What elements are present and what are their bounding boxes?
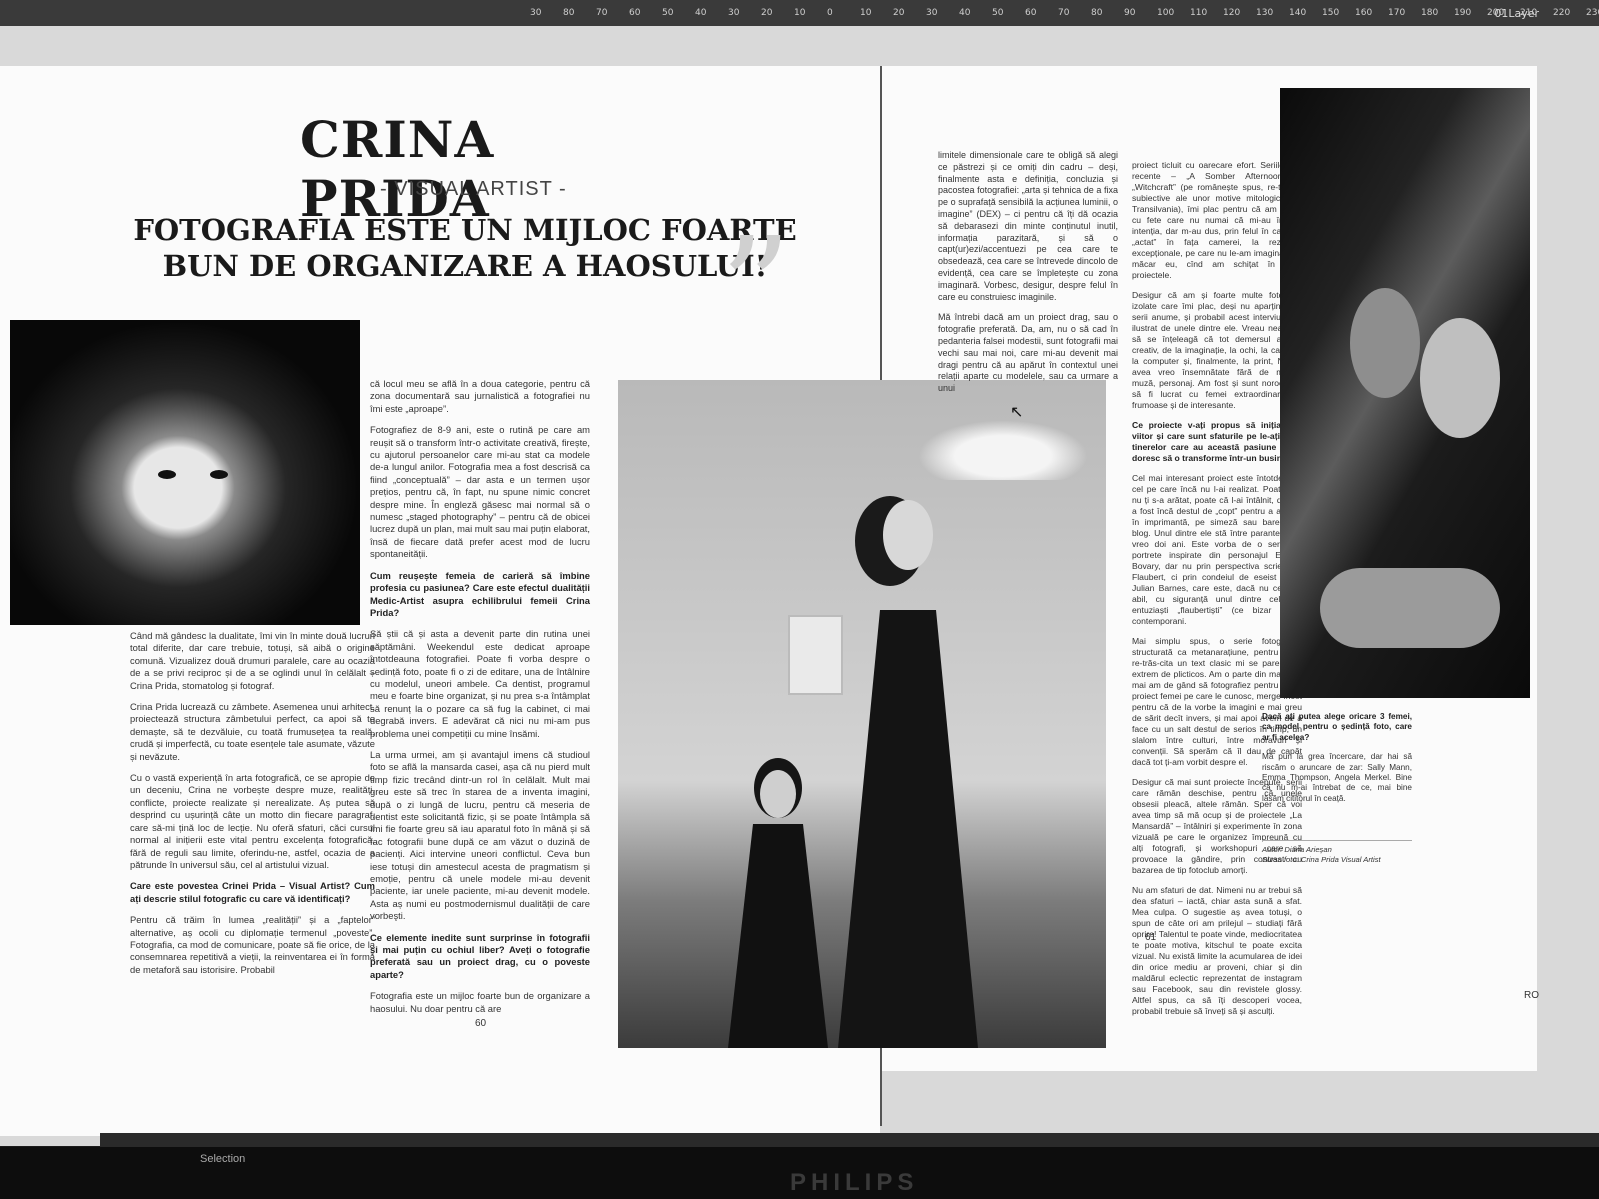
paragraph: Pentru că trăim în lumea „realității” și…	[130, 914, 375, 975]
status-bar: Selection PHILIPS	[0, 1147, 1599, 1199]
tool-mode-label: Selection	[200, 1153, 246, 1165]
foreground-figure	[838, 500, 978, 1048]
interview-question: Care este povestea Crinei Prida – Visual…	[130, 880, 375, 904]
paragraph: proiect ticluit cu oarecare efort. Serii…	[1132, 160, 1302, 280]
ruler-tick-label: 40	[695, 8, 707, 18]
interview-question: Ce proiecte v-ați propus să inițiați pe …	[1132, 420, 1302, 463]
ruler-tick-label: 100	[1157, 8, 1175, 18]
paragraph: La urma urmei, am și avantajul imens că …	[370, 748, 590, 922]
ruler-tick-label: 90	[1124, 8, 1136, 18]
ruler-tick-label: 60	[629, 8, 641, 18]
paragraph: limitele dimensionale care te obligă să …	[938, 150, 1118, 302]
page-number-left: 60	[475, 1018, 487, 1029]
ruler-tick-label: 50	[992, 8, 1004, 18]
background-figure	[728, 770, 828, 1048]
text-column-4[interactable]: proiect ticluit cu oarecare efort. Serii…	[1132, 160, 1302, 1026]
interview-question: Cum reușește femeia de carieră să îmbine…	[370, 569, 590, 618]
paragraph: Să știi că și asta a devenit parte din r…	[370, 628, 590, 739]
ruler-tick-label: 160	[1355, 8, 1373, 18]
mouse-cursor-icon: ↖	[1010, 404, 1024, 421]
paragraph: Mă întrebi dacă am un proiect drag, sau …	[938, 312, 1118, 394]
ruler-tick-label: 130	[1256, 8, 1274, 18]
ruler-tick-label: 210	[1520, 8, 1538, 18]
ruler-tick-label: 30	[530, 8, 542, 18]
text-column-3[interactable]: limitele dimensionale care te obligă să …	[938, 150, 1118, 404]
sky-cloud	[918, 420, 1088, 480]
portrait-photo[interactable]	[10, 320, 360, 625]
article-quote-title: FOTOGRAFIA ESTE UN MIJLOC FOARTE BUN DE …	[133, 213, 797, 283]
ruler-tick-label: 80	[563, 8, 575, 18]
ruler-tick-label: 180	[1421, 8, 1439, 18]
text-column-1[interactable]: Când mă gândesc la dualitate, îmi vin în…	[130, 630, 375, 985]
interview-question: Dacă ați putea alege oricare 3 femei, ca…	[1262, 712, 1412, 742]
ruler-tick-label: 150	[1322, 8, 1340, 18]
figure-hands	[1320, 568, 1500, 648]
ruler-tick-label: 60	[1025, 8, 1037, 18]
paragraph: Mă pun la grea încercare, dar hai să ris…	[1262, 752, 1412, 803]
ruler-tick-label: 120	[1223, 8, 1241, 18]
ruler-tick-label: 80	[1091, 8, 1103, 18]
paragraph: Crina Prida lucrează cu zâmbete. Asemene…	[130, 701, 375, 762]
ruler-tick-label: 40	[959, 8, 971, 18]
text-column-5[interactable]: Dacă ați putea alege oricare 3 femei, ca…	[1262, 712, 1412, 813]
ruler-tick-label: 220	[1553, 8, 1571, 18]
interview-question: Ce elemente inedite sunt surprinse în fo…	[370, 931, 590, 980]
ruler-tick-label: 30	[926, 8, 938, 18]
paragraph: Cu o vastă experiență în arta fotografic…	[130, 772, 375, 870]
ruler-tick-label: 10	[794, 8, 806, 18]
ruler-tick-label: 70	[1058, 8, 1070, 18]
paragraph: Cel mai interesant proiect este întotdea…	[1132, 473, 1302, 626]
ruler-tick-label: 200	[1487, 8, 1505, 18]
figure-face	[1350, 288, 1420, 398]
figure-head	[883, 500, 933, 570]
paragraph: Nu am sfaturi de dat. Nimeni nu ar trebu…	[1132, 885, 1302, 1016]
horizontal-ruler[interactable]: 01Layer 30 80 70 60 50 40 30 20 10 0 10 20 30 40 50 60 7…	[0, 0, 1599, 26]
main-photo[interactable]	[618, 380, 1106, 1048]
page-number-right: 61	[1145, 932, 1157, 943]
ruler-tick-label: 20	[761, 8, 773, 18]
article-role-subtitle: - VISUAL ARTIST -	[380, 178, 567, 200]
figure-head	[760, 770, 796, 818]
ruler-tick-label: 110	[1190, 8, 1208, 18]
paragraph: că locul meu se află în a doua categorie…	[370, 378, 590, 414]
ruler-tick-label: 10	[860, 8, 872, 18]
ruler-tick-label: 70	[596, 8, 608, 18]
ruler-tick-label: 50	[662, 8, 674, 18]
credit-photo-source: Sursa foto: Crina Prida Visual Artist	[1262, 855, 1381, 864]
quote-mark-decoration: ”	[720, 208, 792, 371]
held-photo-frame	[788, 615, 843, 695]
ruler-tick-label: 0	[827, 8, 833, 18]
ruler-tick-label: 230	[1586, 8, 1599, 18]
ruler-tick-label: 20	[893, 8, 905, 18]
figure-robe	[728, 824, 828, 1048]
paragraph: Când mă gândesc la dualitate, îmi vin în…	[130, 630, 375, 691]
ruler-tick-label: 190	[1454, 8, 1472, 18]
ruler-tick-label: 30	[728, 8, 740, 18]
monitor-brand-logo: PHILIPS	[790, 1169, 919, 1196]
figure-face	[1420, 318, 1500, 438]
article-name-heading: CRINA PRIDA	[300, 110, 495, 228]
horizontal-scrollbar[interactable]	[100, 1133, 1599, 1147]
paragraph: Fotografia este un mijloc foarte bun de …	[370, 990, 590, 1014]
paragraph: Desigur că am și foarte multe fotografii…	[1132, 290, 1302, 410]
figure-dress	[838, 610, 978, 1048]
ruler-tick-label: 140	[1289, 8, 1307, 18]
system-tray-language[interactable]: RO	[1524, 990, 1539, 1001]
credit-author: Autor: Diana Arieșan	[1262, 845, 1332, 854]
paragraph: Fotografiez de 8-9 ani, este o rutină pe…	[370, 424, 590, 560]
ruler-tick-label: 170	[1388, 8, 1406, 18]
text-column-2[interactable]: că locul meu se află în a doua categorie…	[370, 378, 590, 1024]
right-photo[interactable]	[1280, 88, 1530, 698]
portrait-eyes	[158, 470, 228, 484]
photo-credits: Autor: Diana Arieșan Sursa foto: Crina P…	[1262, 840, 1412, 865]
